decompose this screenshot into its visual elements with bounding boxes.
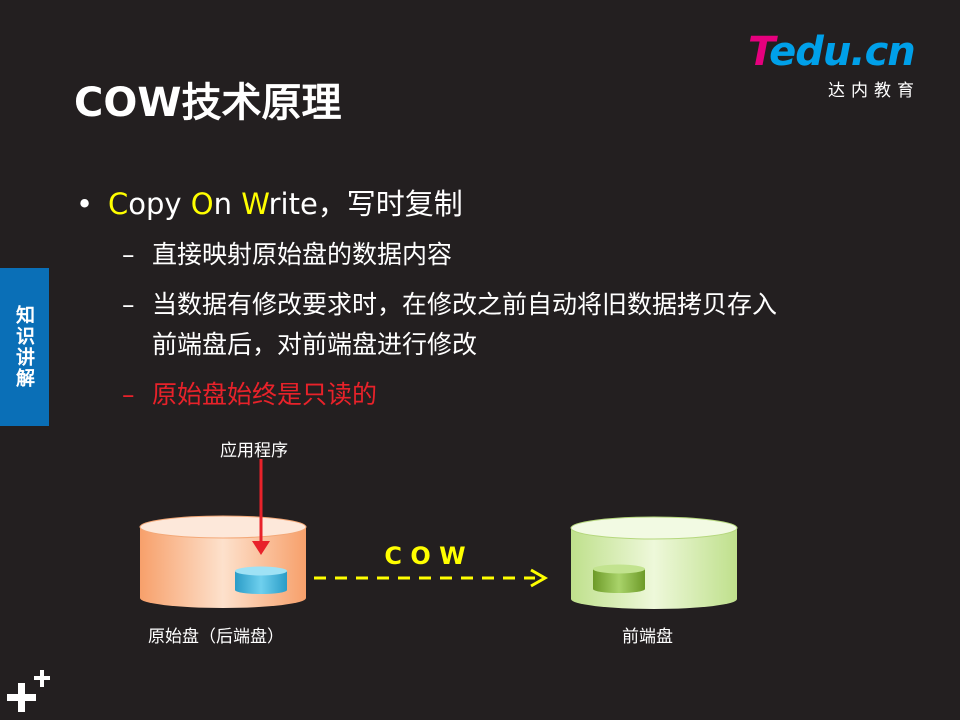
original-disk-label: 原始盘（后端盘） [148, 627, 284, 647]
original-disk-block-icon [235, 566, 287, 594]
original-disk-icon [139, 515, 307, 608]
application-label: 应用程序 [220, 441, 288, 461]
slide: Tedu.cn 达内教育 COW技术原理 知识讲解 • Copy On Write… [0, 0, 960, 720]
cow-label: C O W [384, 542, 465, 570]
plus-decoration-icon [7, 670, 50, 712]
cow-diagram: C O W [139, 459, 738, 609]
frontend-disk-label: 前端盘 [622, 627, 673, 647]
cow-arrow-icon [314, 568, 549, 588]
frontend-disk-icon [570, 516, 738, 609]
frontend-disk-block-icon [593, 564, 645, 593]
